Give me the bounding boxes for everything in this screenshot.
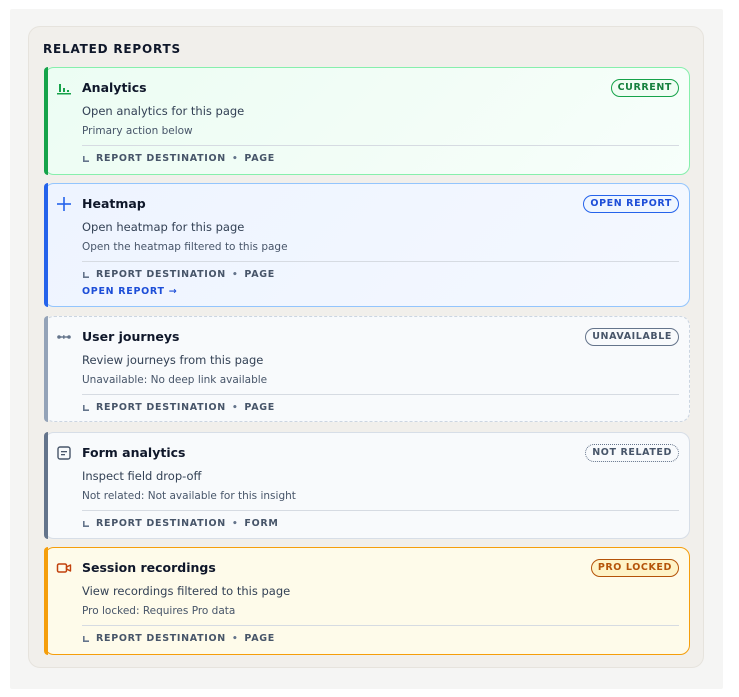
report-subtext: Pro locked: Requires Pro data [82,605,236,617]
report-subtext: Open the heatmap filtered to this page [82,241,288,253]
report-meta: REPORT DESTINATION • PAGE [82,153,275,164]
card-accent-bar [44,547,48,655]
report-meta: REPORT DESTINATION • FORM [82,518,279,529]
status-badge-not-related: NOT RELATED [585,444,679,462]
meta-scope: PAGE [244,153,275,164]
report-description: Open heatmap for this page [82,220,245,234]
meta-separator: • [231,153,239,164]
meta-scope: PAGE [244,402,275,413]
report-meta: REPORT DESTINATION • PAGE [82,269,275,280]
destination-icon [82,520,90,528]
report-title: Heatmap [82,196,146,211]
video-camera-icon [56,560,72,576]
report-description: Review journeys from this page [82,353,264,367]
open-report-link[interactable]: OPEN REPORT → [82,286,177,297]
meta-label: REPORT DESTINATION [96,153,226,164]
divider [82,145,679,146]
divider [82,625,679,626]
card-accent-bar [44,432,48,539]
report-card-form-analytics: Form analytics NOT RELATED Inspect field… [44,432,690,539]
panel-title: RELATED REPORTS [43,42,181,56]
report-description: Inspect field drop-off [82,469,202,483]
divider [82,510,679,511]
report-card-analytics: Analytics CURRENT Open analytics for thi… [44,67,690,175]
meta-scope: FORM [244,518,279,529]
report-subtext: Primary action below [82,125,193,137]
bar-chart-icon [56,80,72,96]
card-accent-bar [44,316,48,422]
report-card-session-recordings: Session recordings PRO LOCKED View recor… [44,547,690,655]
report-meta: REPORT DESTINATION • PAGE [82,633,275,644]
meta-label: REPORT DESTINATION [96,269,226,280]
meta-separator: • [231,518,239,529]
report-card-user-journeys: User journeys UNAVAILABLE Review journey… [44,316,690,422]
report-title: Form analytics [82,445,186,460]
meta-scope: PAGE [244,269,275,280]
meta-separator: • [231,633,239,644]
destination-icon [82,155,90,163]
meta-label: REPORT DESTINATION [96,402,226,413]
meta-separator: • [231,402,239,413]
meta-label: REPORT DESTINATION [96,633,226,644]
report-description: View recordings filtered to this page [82,584,291,598]
meta-scope: PAGE [244,633,275,644]
status-badge-open-report[interactable]: OPEN REPORT [583,195,679,213]
divider [82,394,679,395]
report-description: Open analytics for this page [82,104,245,118]
divider [82,261,679,262]
meta-separator: • [231,269,239,280]
report-card-heatmap[interactable]: Heatmap OPEN REPORT Open heatmap for thi… [44,183,690,307]
card-accent-bar [44,183,48,307]
meta-label: REPORT DESTINATION [96,518,226,529]
report-meta: REPORT DESTINATION • PAGE [82,402,275,413]
report-title: Session recordings [82,560,216,575]
report-subtext: Unavailable: No deep link available [82,374,268,386]
report-title: User journeys [82,329,180,344]
status-badge-pro-locked: PRO LOCKED [590,559,679,577]
destination-icon [82,404,90,412]
status-badge-current: CURRENT [610,79,679,97]
destination-icon [82,635,90,643]
report-title: Analytics [82,80,147,95]
report-subtext: Not related: Not available for this insi… [82,490,296,502]
journey-path-icon [56,329,72,345]
form-icon [56,445,72,461]
card-accent-bar [44,67,48,175]
status-badge-unavailable: UNAVAILABLE [585,328,679,346]
destination-icon [82,271,90,279]
plus-icon [56,196,72,212]
